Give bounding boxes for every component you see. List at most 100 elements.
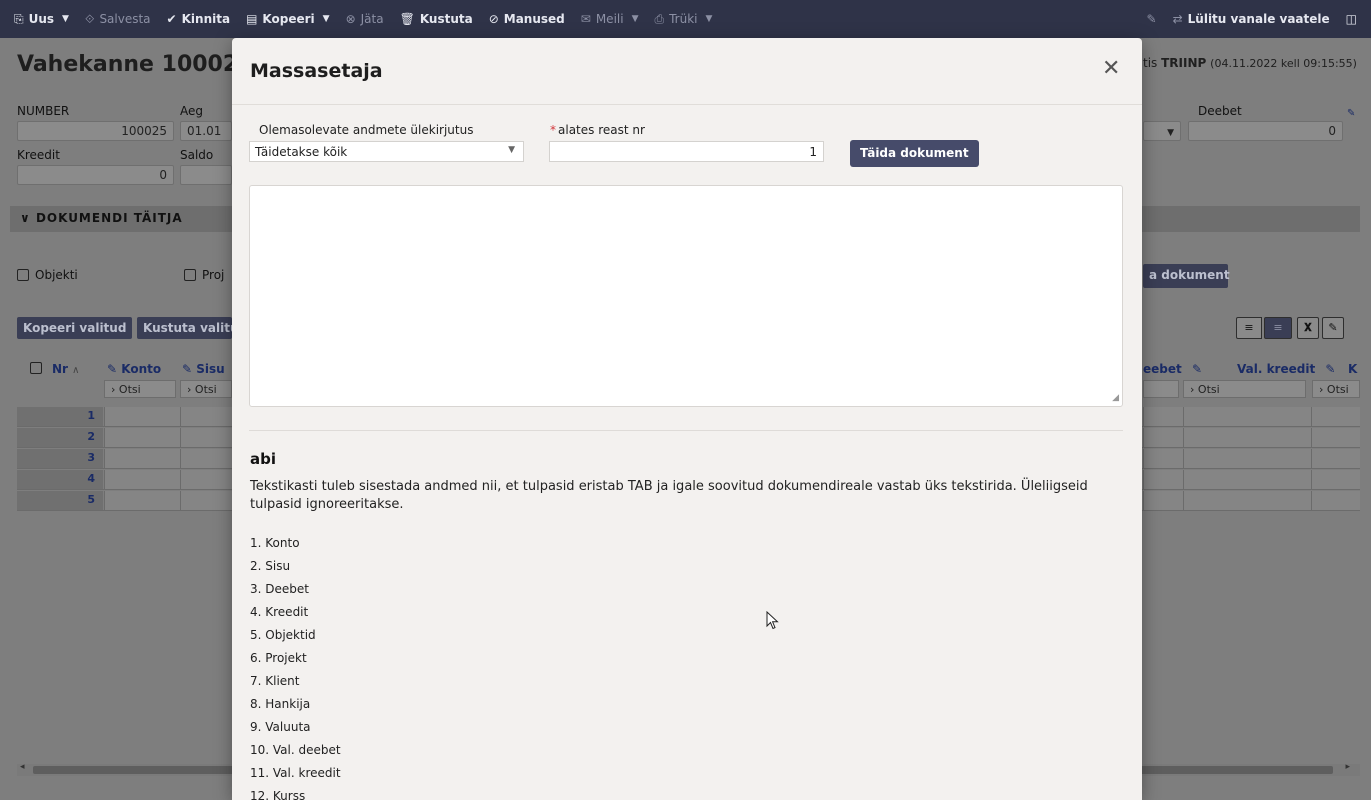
kreedit-field[interactable]: 0 <box>17 165 174 185</box>
close-icon[interactable]: ✕ <box>1102 58 1120 80</box>
checkbox-box <box>30 362 42 374</box>
wrench-icon[interactable]: ✎ <box>1347 108 1355 119</box>
sisu-cell[interactable] <box>180 449 232 468</box>
data-textarea[interactable]: ◢ <box>249 185 1123 407</box>
sisu-cell[interactable] <box>180 407 232 426</box>
new-doc-icon: ⎘ <box>14 11 24 26</box>
list-view-icon[interactable]: ≡ <box>1236 317 1262 339</box>
chevron-down-icon[interactable]: ▼ <box>62 14 69 24</box>
start-row-input[interactable]: 1 <box>549 141 824 162</box>
chevron-down-icon[interactable]: ▼ <box>706 14 713 24</box>
chevron-down-icon[interactable]: ▼ <box>323 14 330 24</box>
copy-selected-button[interactable]: Kopeeri valitud <box>17 317 133 339</box>
deebet-cell[interactable] <box>1143 407 1183 426</box>
col-header-sisu[interactable]: ✎ Sisu <box>182 362 225 376</box>
saldo-field[interactable] <box>180 165 232 185</box>
sort-asc-icon: ∧ <box>72 365 80 376</box>
attachments-button[interactable]: ⊘ Manused <box>481 0 573 38</box>
cancel-button[interactable]: ⊗ Jäta <box>338 0 392 38</box>
k-cell[interactable] <box>1311 470 1360 489</box>
aeg-label: Aeg <box>180 104 203 118</box>
sisu-cell[interactable] <box>180 491 232 510</box>
deebet-search-field[interactable] <box>1143 380 1179 398</box>
required-marker: * <box>550 123 556 137</box>
aeg-field[interactable]: 01.01 <box>180 121 232 141</box>
scroll-left-icon[interactable]: ◂ <box>20 762 25 772</box>
col-sisu-label: Sisu <box>196 362 225 376</box>
k-cell[interactable] <box>1311 449 1360 468</box>
val-kreedit-cell[interactable] <box>1183 449 1311 468</box>
deebet-cell[interactable] <box>1143 449 1183 468</box>
grid-view-icon[interactable]: ≡ <box>1264 317 1292 339</box>
number-field[interactable]: 100025 <box>17 121 174 141</box>
currency-select[interactable]: ▼ <box>1143 121 1181 141</box>
print-button[interactable]: ⎙ Trüki ▼ <box>647 0 721 38</box>
konto-cell[interactable] <box>104 491 180 510</box>
list-item: 11. Val. kreedit <box>250 766 341 780</box>
col-deebet-label: eebet <box>1143 362 1182 376</box>
copy-icon: ▤ <box>246 12 258 26</box>
resize-handle-icon[interactable]: ◢ <box>1112 393 1119 403</box>
sisu-cell[interactable] <box>180 428 232 447</box>
col-header-k[interactable]: K <box>1348 362 1357 376</box>
k-cell[interactable] <box>1311 491 1360 510</box>
chevron-down-icon: ▼ <box>508 145 515 155</box>
val-kreedit-cell[interactable] <box>1183 491 1311 510</box>
val-kreedit-cell[interactable] <box>1183 407 1311 426</box>
mail-button[interactable]: ✉ Meili ▼ <box>573 0 647 38</box>
confirm-button-label: Kinnita <box>181 12 231 26</box>
settings-button[interactable]: ✎ <box>1139 0 1165 38</box>
wrench-icon[interactable]: ✎ <box>1322 317 1344 339</box>
new-button[interactable]: ⎘ Uus ▼ <box>0 0 77 38</box>
cancel-icon: ⊗ <box>345 12 356 26</box>
overwrite-select[interactable]: Täidetakse kõik ▼ <box>249 141 524 162</box>
number-label: NUMBER <box>17 104 70 118</box>
section-title: DOKUMENDI TÄITJA <box>35 211 183 225</box>
deebet-cell[interactable] <box>1143 491 1183 510</box>
k-search-field[interactable]: › Otsi <box>1312 380 1360 398</box>
status-prefix: tis <box>1143 56 1158 70</box>
val-kreedit-search-field[interactable]: › Otsi <box>1183 380 1306 398</box>
konto-cell[interactable] <box>104 449 180 468</box>
objekti-checkbox[interactable]: Objekti <box>17 268 78 282</box>
list-item: 4. Kreedit <box>250 605 309 619</box>
checkbox-box <box>184 269 196 281</box>
save-button[interactable]: ⟐ Salvesta <box>77 0 159 38</box>
chevron-down-icon[interactable]: ▼ <box>632 14 639 24</box>
k-cell[interactable] <box>1311 428 1360 447</box>
sisu-search-field[interactable]: › Otsi <box>180 380 232 398</box>
list-item: 3. Deebet <box>250 582 309 596</box>
switch-view-button[interactable]: ⇄ Lülitu vanale vaatele <box>1165 0 1338 38</box>
list-item: 8. Hankija <box>250 697 311 711</box>
col-header-deebet[interactable]: eebet ✎ <box>1143 362 1202 376</box>
divider <box>249 430 1123 431</box>
col-header-konto[interactable]: ✎ Konto <box>107 362 161 376</box>
confirm-button[interactable]: ✔ Kinnita <box>159 0 239 38</box>
deebet-cell[interactable] <box>1143 470 1183 489</box>
delete-button[interactable]: 🗑 Kustuta <box>392 0 481 38</box>
fill-document-button[interactable]: Täida dokument <box>850 140 979 167</box>
select-all-checkbox[interactable] <box>30 362 42 374</box>
panel-toggle-button[interactable]: ◫ <box>1338 0 1371 38</box>
k-cell[interactable] <box>1311 407 1360 426</box>
val-kreedit-cell[interactable] <box>1183 470 1311 489</box>
fill-document-button-bg[interactable]: a dokument <box>1143 264 1230 288</box>
sisu-cell[interactable] <box>180 470 232 489</box>
delete-selected-button[interactable]: Kustuta valitu <box>137 317 232 339</box>
deebet-field[interactable]: 0 <box>1188 121 1343 141</box>
val-kreedit-cell[interactable] <box>1183 428 1311 447</box>
start-row-label-text: alates reast nr <box>558 123 645 137</box>
scroll-right-icon[interactable]: ▸ <box>1345 762 1350 772</box>
col-header-val-kreedit[interactable]: Val. kreedit ✎ <box>1237 362 1335 376</box>
col-konto-label: Konto <box>121 362 162 376</box>
col-header-nr[interactable]: Nr ∧ <box>52 362 79 376</box>
copy-button[interactable]: ▤ Kopeeri ▼ <box>238 0 338 38</box>
deebet-cell[interactable] <box>1143 428 1183 447</box>
konto-search-field[interactable]: › Otsi <box>104 380 176 398</box>
projekt-checkbox[interactable]: Proj <box>184 268 224 282</box>
wrench-icon: ✎ <box>107 362 118 376</box>
konto-cell[interactable] <box>104 407 180 426</box>
konto-cell[interactable] <box>104 428 180 447</box>
konto-cell[interactable] <box>104 470 180 489</box>
excel-icon[interactable]: 𝐗 <box>1297 317 1319 339</box>
